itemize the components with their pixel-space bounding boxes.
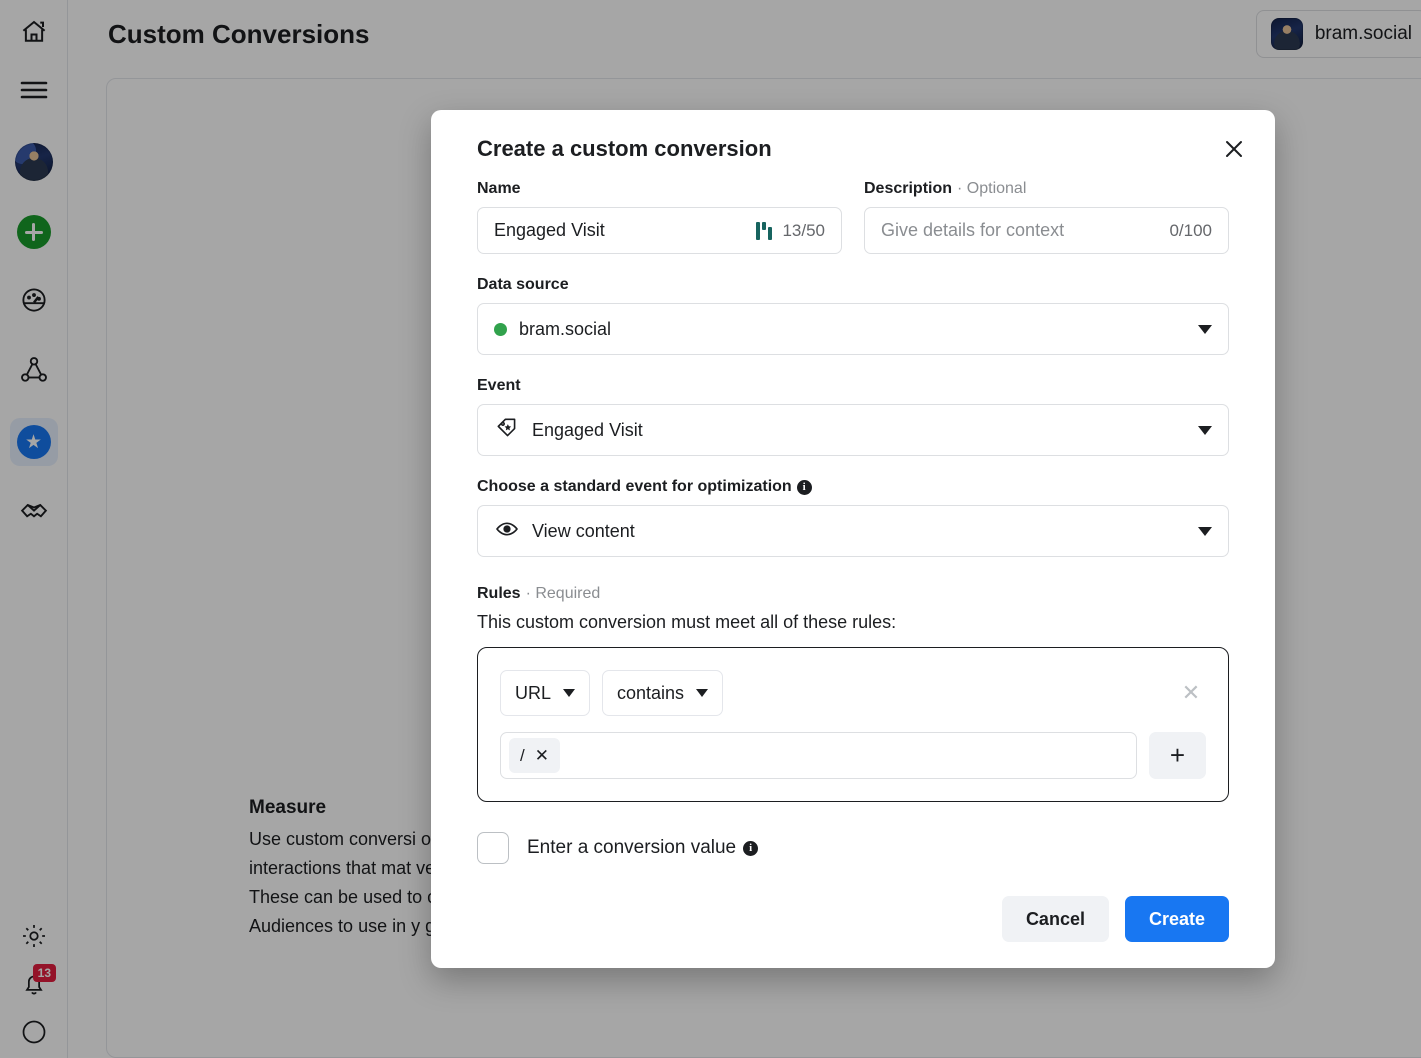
chevron-down-icon [1198,325,1212,334]
name-input[interactable]: Engaged Visit 13/50 [477,207,842,254]
data-source-label: Data source [477,276,1229,294]
dialog-header: Create a custom conversion [455,110,1251,180]
description-input[interactable]: Give details for context 0/100 [864,207,1229,254]
dialog-title: Create a custom conversion [455,136,772,162]
rules-label: Rules · Required [477,585,1229,603]
description-counter: 0/100 [1169,221,1212,241]
chevron-down-icon [563,689,575,697]
event-value: Engaged Visit [532,420,1186,441]
description-placeholder: Give details for context [881,220,1159,241]
rules-label-sub: · Required [526,585,601,603]
conversion-value-label: Enter a conversion value i [527,837,758,859]
standard-event-value: View content [532,521,1186,542]
rule-condition-row: URL contains ✕ [500,670,1206,716]
description-field-group: Description · Optional Give details for … [864,180,1229,254]
status-dot-icon [494,323,507,336]
rules-label-text: Rules [477,585,521,603]
data-source-select[interactable]: bram.social [477,303,1229,355]
name-label: Name [477,180,842,198]
chevron-down-icon [696,689,708,697]
event-select[interactable]: Engaged Visit [477,404,1229,456]
rules-box: URL contains ✕ / ✕ + [477,647,1229,802]
name-counter: 13/50 [782,221,825,241]
ai-bars-icon[interactable] [756,222,772,240]
eye-icon [494,516,520,547]
chip-remove-icon[interactable]: ✕ [535,746,549,766]
data-source-group: Data source bram.social [477,276,1229,355]
tag-star-icon [494,415,520,446]
description-label: Description · Optional [864,180,1229,198]
conversion-value-checkbox[interactable] [477,832,509,864]
standard-event-label-text: Choose a standard event for optimization [477,478,792,496]
description-label-sub: · Optional [957,180,1026,198]
event-label: Event [477,377,1229,395]
conversion-value-row: Enter a conversion value i [477,832,1229,864]
data-source-value: bram.social [519,319,1186,340]
remove-rule-icon[interactable]: ✕ [1176,678,1206,708]
dialog-footer: Cancel Create [455,864,1251,968]
cancel-button[interactable]: Cancel [1002,896,1109,942]
name-field-group: Name Engaged Visit 13/50 [477,180,842,254]
rule-value-chip-text: / [520,746,525,766]
event-group: Event Engaged Visit [477,377,1229,456]
rule-parameter-value: URL [515,683,551,704]
rule-operator-select[interactable]: contains [602,670,723,716]
rule-value-row: / ✕ + [500,732,1206,779]
info-icon[interactable]: i [797,480,812,495]
add-rule-button[interactable]: + [1149,732,1206,779]
standard-event-label: Choose a standard event for optimization… [477,478,1229,496]
chevron-down-icon [1198,527,1212,536]
standard-event-group: Choose a standard event for optimization… [477,478,1229,557]
rule-operator-value: contains [617,683,684,704]
dialog-body: Name Engaged Visit 13/50 Description · O… [455,180,1251,864]
name-label-text: Name [477,180,521,198]
close-icon[interactable] [1217,132,1251,166]
conversion-value-label-text: Enter a conversion value [527,837,736,859]
info-icon[interactable]: i [743,841,758,856]
rule-value-input[interactable]: / ✕ [500,732,1137,779]
standard-event-select[interactable]: View content [477,505,1229,557]
rules-subtitle: This custom conversion must meet all of … [477,612,1229,633]
rules-header: Rules · Required This custom conversion … [477,585,1229,633]
chevron-down-icon [1198,426,1212,435]
name-input-value: Engaged Visit [494,220,746,241]
create-custom-conversion-dialog: Create a custom conversion Name Engaged … [431,110,1275,968]
create-button[interactable]: Create [1125,896,1229,942]
name-description-row: Name Engaged Visit 13/50 Description · O… [477,180,1229,254]
rule-value-chip: / ✕ [509,738,560,773]
description-label-text: Description [864,180,952,198]
rule-parameter-select[interactable]: URL [500,670,590,716]
